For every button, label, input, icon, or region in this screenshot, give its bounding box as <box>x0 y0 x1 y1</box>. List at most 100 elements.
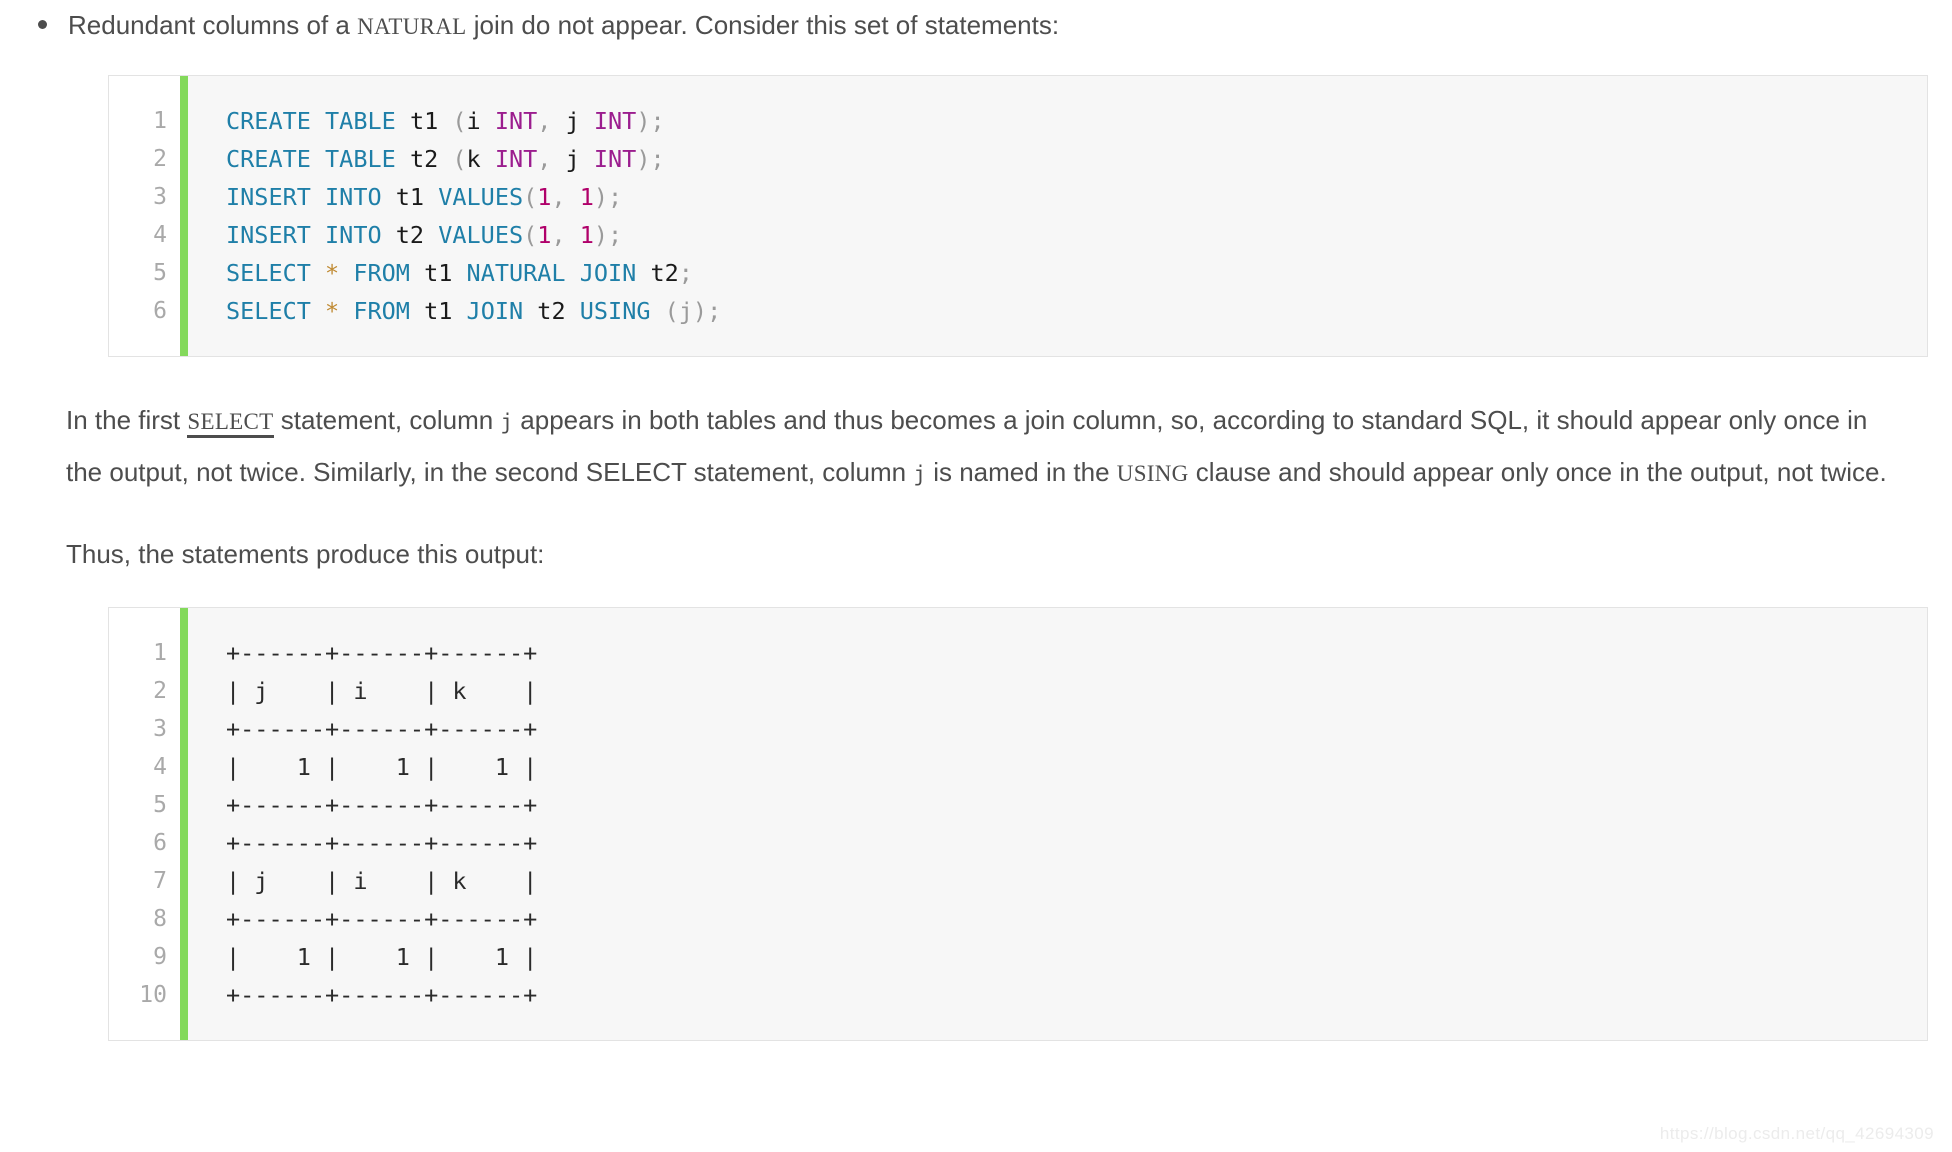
code-token: CREATE TABLE <box>226 145 410 173</box>
code-token: ); <box>636 145 665 173</box>
line-number: 9 <box>153 944 167 970</box>
code-token: t2 <box>650 259 679 287</box>
line-number: 1 <box>153 640 167 666</box>
bullet-text-before: Redundant columns of a <box>68 10 358 40</box>
line-number: 7 <box>153 868 167 894</box>
sql-code-block[interactable]: 123456 CREATE TABLE t1 (i INT, j INT); CR… <box>108 75 1928 357</box>
line-number: 10 <box>139 982 167 1008</box>
code-token: USING <box>579 297 665 325</box>
para1-seg4: is named in the <box>926 457 1117 487</box>
code-line: CREATE TABLE t2 (k INT, j INT); <box>226 140 1927 178</box>
para1-seg1: In the first <box>66 405 188 435</box>
para1-seg2: statement, column <box>273 405 501 435</box>
code-token: , <box>551 221 580 249</box>
code-token: VALUES <box>438 221 524 249</box>
code-token: INSERT INTO <box>226 183 396 211</box>
code-line: INSERT INTO t2 VALUES(1, 1); <box>226 216 1927 254</box>
line-number: 5 <box>153 792 167 818</box>
code-token: i <box>466 107 495 135</box>
code-token: * <box>325 297 354 325</box>
line-number: 2 <box>153 678 167 704</box>
code-line: CREATE TABLE t1 (i INT, j INT); <box>226 102 1927 140</box>
code-token: FROM <box>353 297 425 325</box>
code-token: NATURAL JOIN <box>466 259 651 287</box>
code-token: t1 <box>409 107 453 135</box>
code-token: JOIN <box>466 297 538 325</box>
output-line: +------+------+------+ <box>226 829 538 857</box>
code-line: SELECT * FROM t1 JOIN t2 USING (j); <box>226 292 1927 330</box>
sql-line-number-gutter: 1 2 3 4 5 6 <box>109 76 188 356</box>
line-number: 6 <box>153 830 167 856</box>
code-token: 1 <box>579 221 594 249</box>
line-number: 4 <box>153 754 167 780</box>
output-line: +------+------+------+ <box>226 905 538 933</box>
code-token: j <box>565 107 594 135</box>
inline-code-using: USING <box>1116 461 1189 486</box>
code-token: (j); <box>664 297 722 325</box>
line-number: 1 <box>153 108 167 134</box>
output-line: +------+------+------+ <box>226 791 538 819</box>
code-token: INT <box>494 145 538 173</box>
code-token: 1 <box>537 221 552 249</box>
code-token: , <box>537 145 566 173</box>
output-code-content[interactable]: +------+------+------+ | j | i | k | +----… <box>188 608 1927 1040</box>
line-number: 3 <box>153 716 167 742</box>
code-token: ; <box>678 259 693 287</box>
output-line: | j | i | k | <box>226 867 538 895</box>
code-line: INSERT INTO t1 VALUES(1, 1); <box>226 178 1927 216</box>
code-token: j <box>565 145 594 173</box>
line-number: 8 <box>153 906 167 932</box>
code-token: INT <box>593 107 637 135</box>
list-item: Redundant columns of a NATURAL join do n… <box>0 0 1952 47</box>
code-token: * <box>325 259 354 287</box>
code-token: INT <box>593 145 637 173</box>
output-line-number-gutter: 1 2 3 4 5 6 7 8 9 10 <box>109 608 188 1040</box>
code-token: ( <box>523 183 538 211</box>
line-number: 4 <box>153 222 167 248</box>
code-token: FROM <box>353 259 425 287</box>
bullet-dot-icon <box>38 20 47 29</box>
code-token: , <box>537 107 566 135</box>
code-token: SELECT <box>226 259 326 287</box>
code-token: t1 <box>395 183 439 211</box>
code-token: t2 <box>395 221 439 249</box>
bullet-list: Redundant columns of a NATURAL join do n… <box>0 0 1952 47</box>
code-token: ); <box>593 221 623 249</box>
inline-code-natural: NATURAL <box>357 14 467 39</box>
inline-code-select: SELECT <box>187 409 274 438</box>
line-number: 2 <box>153 146 167 172</box>
output-line: +------+------+------+ <box>226 639 538 667</box>
inline-code-column-j-first: j <box>500 410 514 434</box>
code-token: ( <box>452 107 467 135</box>
output-line: | 1 | 1 | 1 | <box>226 753 538 781</box>
code-token: ( <box>452 145 467 173</box>
code-token: VALUES <box>438 183 524 211</box>
explanation-paragraph: In the first SELECT statement, column j … <box>66 395 1896 499</box>
sql-code-content[interactable]: CREATE TABLE t1 (i INT, j INT); CREATE TA… <box>188 76 1927 356</box>
para1-seg5: clause and should appear only once in th… <box>1188 457 1887 487</box>
line-number: 6 <box>153 298 167 324</box>
output-line: | j | i | k | <box>226 677 538 705</box>
inline-code-column-j-second: j <box>913 462 926 486</box>
code-token: , <box>551 183 580 211</box>
output-line: +------+------+------+ <box>226 981 538 1009</box>
code-token: t1 <box>424 259 467 287</box>
code-token: t2 <box>537 297 580 325</box>
code-token: ); <box>593 183 623 211</box>
code-line: SELECT * FROM t1 NATURAL JOIN t2; <box>226 254 1927 292</box>
output-intro-paragraph: Thus, the statements produce this output… <box>66 539 545 569</box>
code-token: 1 <box>579 183 594 211</box>
code-token: t2 <box>409 145 453 173</box>
line-number: 3 <box>153 184 167 210</box>
code-token: INSERT INTO <box>226 221 396 249</box>
output-code-block[interactable]: 1 2 3 4 5 6 7 8 9 10 +------+------+------+ | j | … <box>108 607 1928 1041</box>
code-token: t1 <box>424 297 467 325</box>
bullet-text-after: join do not appear. Consider this set of… <box>466 10 1060 40</box>
code-token: ); <box>636 107 665 135</box>
output-line: | 1 | 1 | 1 | <box>226 943 538 971</box>
code-token: 1 <box>537 183 552 211</box>
watermark: https://blog.csdn.net/qq_42694309 <box>1659 1124 1934 1143</box>
code-token: SELECT <box>226 297 326 325</box>
code-token: ( <box>523 221 538 249</box>
code-token: k <box>466 145 495 173</box>
